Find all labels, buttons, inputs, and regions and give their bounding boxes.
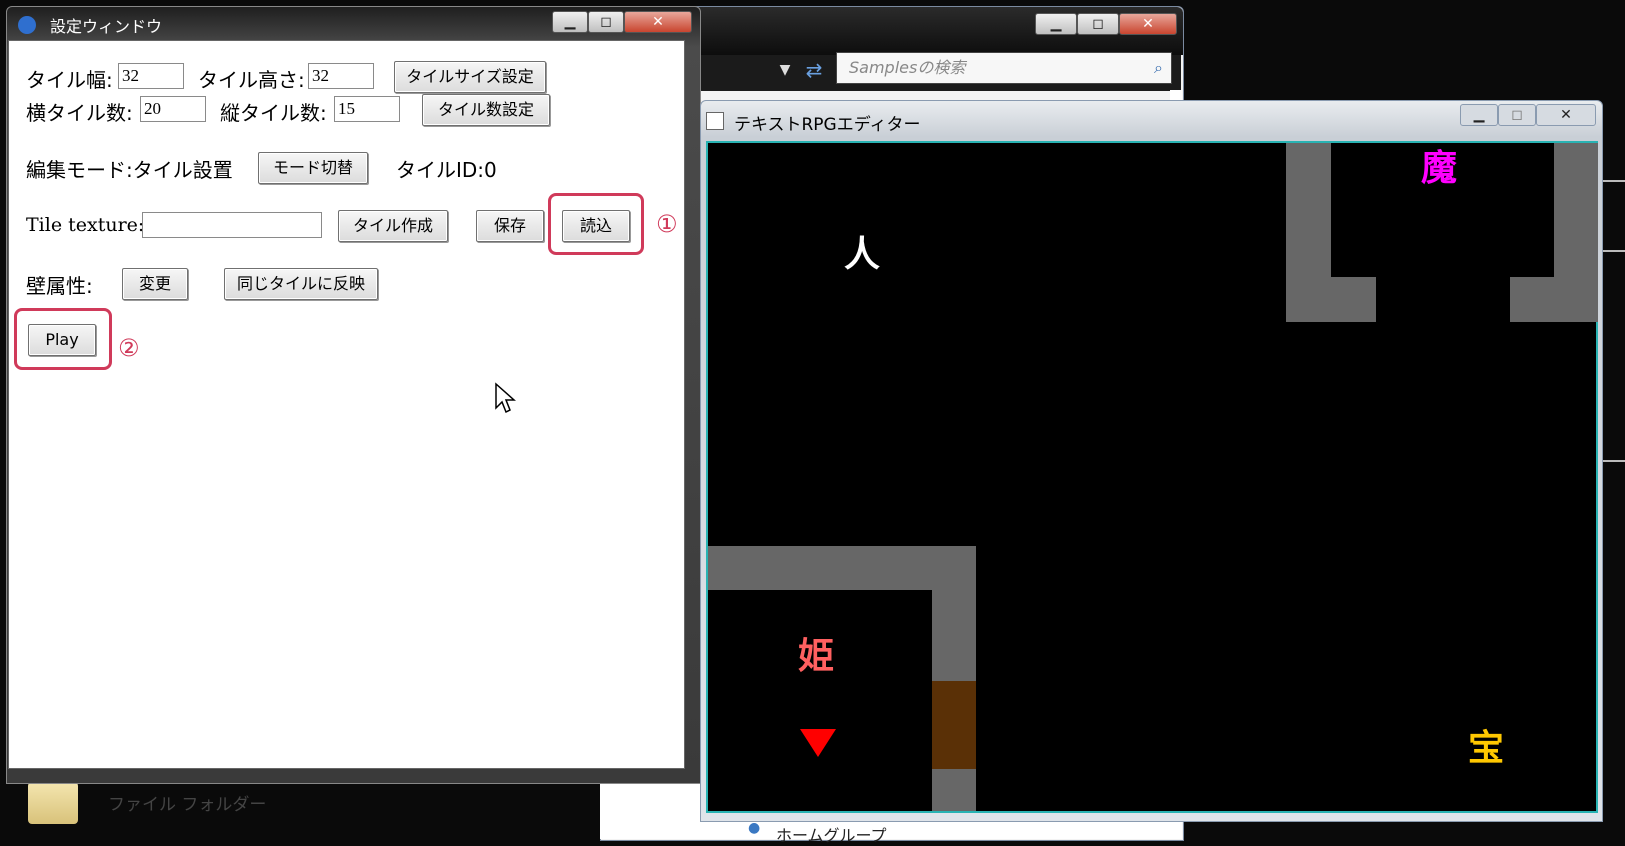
- apply-same-tile-button[interactable]: 同じタイルに反映: [224, 268, 378, 300]
- create-tile-button[interactable]: タイル作成: [338, 210, 448, 242]
- cursor-marker-icon: [800, 729, 836, 757]
- wall-tile: [1286, 277, 1376, 322]
- minimize-icon[interactable]: ▁: [1035, 13, 1077, 35]
- search-icon[interactable]: ⌕: [1154, 53, 1163, 83]
- nav-item-homegroup[interactable]: ホームグループ: [776, 822, 887, 846]
- wall-attr-label: 壁属性:: [26, 274, 93, 298]
- load-button[interactable]: 読込: [562, 210, 630, 242]
- h-tiles-label: 横タイル数:: [26, 101, 133, 125]
- annotation-1: ①: [656, 210, 678, 238]
- close-icon[interactable]: ✕: [624, 11, 692, 33]
- treasure-glyph: 宝: [1468, 727, 1505, 769]
- close-icon[interactable]: ✕: [1536, 104, 1596, 126]
- door-tile: [932, 681, 976, 769]
- tile-texture-label: Tile texture:: [26, 214, 145, 236]
- wall-tile: [1510, 277, 1598, 322]
- folder-type-text: ファイル フォルダー: [108, 795, 267, 815]
- annotation-2: ②: [118, 334, 140, 362]
- cursor-icon: [495, 382, 516, 414]
- change-button[interactable]: 変更: [122, 268, 188, 300]
- tile-width-label: タイル幅:: [26, 68, 113, 92]
- set-tile-count-button[interactable]: タイル数設定: [422, 94, 550, 126]
- h-tiles-input[interactable]: [140, 96, 206, 122]
- tile-height-input[interactable]: [308, 63, 374, 89]
- v-tiles-label: 縦タイル数:: [220, 101, 327, 125]
- close-icon[interactable]: ✕: [1119, 13, 1177, 35]
- search-input[interactable]: Samplesの検索 ⌕: [836, 52, 1172, 84]
- save-button[interactable]: 保存: [476, 210, 544, 242]
- homegroup-icon: ●: [748, 820, 761, 836]
- settings-client-area: [8, 40, 685, 769]
- refresh-icon[interactable]: ⇄: [800, 56, 828, 84]
- dropdown-arrow-icon[interactable]: ▼: [770, 58, 800, 82]
- window-title: 設定ウィンドウ: [50, 17, 163, 36]
- minimize-icon[interactable]: ▁: [1460, 104, 1498, 126]
- maximize-icon[interactable]: ◻: [588, 11, 624, 33]
- v-tiles-input[interactable]: [334, 96, 400, 122]
- tile-texture-input[interactable]: [142, 212, 322, 238]
- maximize-icon[interactable]: ◻: [1498, 104, 1536, 126]
- map-canvas[interactable]: 人 魔 姫 宝: [706, 141, 1598, 813]
- window-title: テキストRPGエディター: [734, 115, 921, 135]
- search-placeholder: Samplesの検索: [849, 58, 966, 77]
- app-icon: [706, 112, 724, 130]
- tile-width-input[interactable]: [118, 63, 184, 89]
- set-tile-size-button[interactable]: タイルサイズ設定: [394, 61, 546, 93]
- princess-glyph: 姫: [798, 635, 835, 677]
- player-glyph: 人: [844, 233, 881, 275]
- demon-glyph: 魔: [1421, 147, 1458, 189]
- wall-tile: [932, 546, 976, 811]
- folder-icon: [28, 782, 78, 824]
- maximize-icon[interactable]: ◻: [1077, 13, 1119, 35]
- tile-id-label: タイルID:0: [396, 158, 497, 182]
- tile-height-label: タイル高さ:: [198, 68, 305, 92]
- mode-toggle-button[interactable]: モード切替: [258, 152, 368, 184]
- minimize-icon[interactable]: ▁: [552, 11, 588, 33]
- app-icon: [18, 16, 36, 34]
- play-button[interactable]: Play: [28, 324, 96, 356]
- edit-mode-label: 編集モード:タイル設置: [26, 158, 233, 182]
